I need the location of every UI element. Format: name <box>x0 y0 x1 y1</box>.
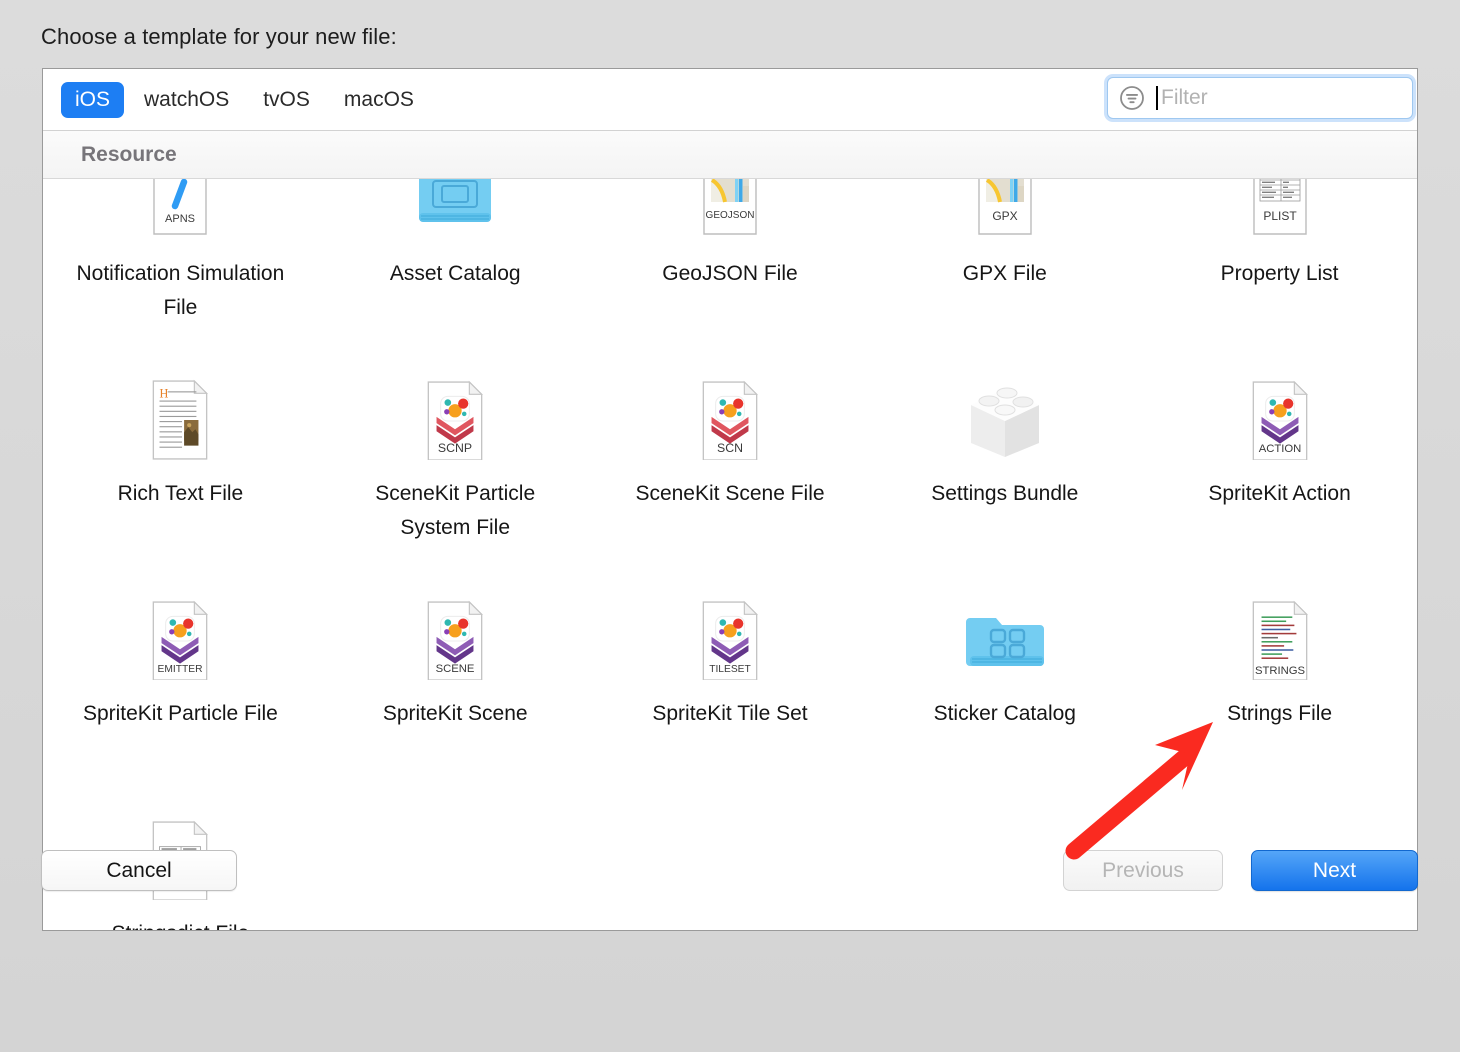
template-item[interactable]: APNS Notification Simulation File <box>43 179 318 361</box>
tab-tvos[interactable]: tvOS <box>249 82 324 118</box>
template-item[interactable]: ACTION SpriteKit Action <box>1142 361 1417 581</box>
spritekit-emitter-document-icon: EMITTER <box>137 597 223 683</box>
template-item-label: SpriteKit Scene <box>382 702 528 725</box>
template-item[interactable]: EMITTER SpriteKit Particle File <box>43 581 318 801</box>
svg-text:GPX: GPX <box>992 209 1017 223</box>
text-cursor <box>1156 86 1158 110</box>
template-item[interactable]: SCNP SceneKit Particle System File <box>318 361 593 581</box>
section-header-label: Resource <box>81 142 177 166</box>
template-item-label: SceneKit Scene File <box>635 482 825 505</box>
template-item[interactable]: TILESET SpriteKit Tile Set <box>593 581 868 801</box>
platform-tabs: iOS watchOS tvOS macOS <box>61 81 428 118</box>
template-item[interactable]: Sticker Catalog <box>867 581 1142 801</box>
svg-text:ACTION: ACTION <box>1258 443 1301 455</box>
spritekit-action-document-icon: ACTION <box>1237 377 1323 463</box>
template-item[interactable]: SCENE SpriteKit Scene <box>318 581 593 801</box>
svg-text:APNS: APNS <box>165 213 195 225</box>
template-item[interactable]: GEOJSON GeoJSON File <box>593 179 868 361</box>
template-item[interactable]: PLIST Property List <box>1142 179 1417 361</box>
filter-placeholder: Filter <box>1161 86 1208 109</box>
template-item-label: Sticker Catalog <box>933 702 1076 725</box>
template-item[interactable]: SCN SceneKit Scene File <box>593 361 868 581</box>
spritekit-tileset-document-icon: TILESET <box>687 597 773 683</box>
spritekit-scene-document-icon: SCENE <box>412 597 498 683</box>
asset-catalog-icon <box>412 179 498 243</box>
template-browser-panel: iOS watchOS tvOS macOS Filter Resource A… <box>42 68 1418 931</box>
svg-text:GEOJSON: GEOJSON <box>706 210 755 221</box>
template-item[interactable]: Asset Catalog <box>318 179 593 361</box>
template-item-label: SpriteKit Tile Set <box>652 702 808 725</box>
section-header-resource: Resource <box>43 131 1417 179</box>
page-title: Choose a template for your new file: <box>41 24 397 49</box>
template-item[interactable]: GPX GPX File <box>867 179 1142 361</box>
template-item[interactable]: STRINGS Strings File <box>1142 581 1417 801</box>
geojson-document-icon: GEOJSON <box>687 179 773 243</box>
template-item-label: Asset Catalog <box>389 262 521 285</box>
apns-document-icon: APNS <box>137 179 223 243</box>
template-item-label: Notification Simulation File <box>76 262 285 320</box>
svg-text:TILESET: TILESET <box>709 664 751 675</box>
scenekit-particle-document-icon: SCNP <box>412 377 498 463</box>
template-grid: APNS Notification Simulation File Asset … <box>43 179 1417 930</box>
template-item[interactable]: H Rich Text File <box>43 361 318 581</box>
filter-field[interactable]: Filter <box>1107 77 1413 119</box>
template-item-label: Property List <box>1220 262 1339 285</box>
strings-document-icon: STRINGS <box>1237 597 1323 683</box>
template-item-label: Stringsdict File <box>112 917 250 930</box>
sticker-catalog-icon <box>962 597 1048 683</box>
template-item-label: SpriteKit Particle File <box>82 702 278 725</box>
gpx-document-icon: GPX <box>962 179 1048 243</box>
tab-watchos[interactable]: watchOS <box>130 82 243 118</box>
svg-text:H: H <box>160 386 169 400</box>
svg-text:SCNP: SCNP <box>438 441 472 455</box>
svg-text:SCENE: SCENE <box>436 663 475 675</box>
svg-text:EMITTER: EMITTER <box>158 664 203 675</box>
tab-ios[interactable]: iOS <box>61 81 125 118</box>
template-item-label: GeoJSON File <box>662 262 798 285</box>
scenekit-scene-document-icon: SCN <box>687 377 773 463</box>
template-item-label: GPX File <box>962 262 1047 285</box>
template-item[interactable]: Settings Bundle <box>867 361 1142 581</box>
svg-text:PLIST: PLIST <box>1263 209 1297 223</box>
next-button[interactable]: Next <box>1251 850 1418 891</box>
cancel-button[interactable]: Cancel <box>41 850 237 891</box>
template-item-label: SceneKit Particle System File <box>375 482 536 540</box>
template-item-label: Settings Bundle <box>931 482 1079 505</box>
filter-icon <box>1118 84 1146 112</box>
svg-text:SCN: SCN <box>717 441 743 455</box>
template-chooser-dialog: Choose a template for your new file: iOS… <box>0 0 1460 1052</box>
template-grid-scroll[interactable]: APNS Notification Simulation File Asset … <box>43 179 1417 930</box>
platform-toolbar: iOS watchOS tvOS macOS Filter <box>43 69 1417 131</box>
svg-text:STRINGS: STRINGS <box>1255 665 1305 677</box>
template-item-label: Rich Text File <box>117 482 244 505</box>
template-item-label: Strings File <box>1227 702 1333 725</box>
plist-document-icon: PLIST <box>1237 179 1323 243</box>
template-item-label: SpriteKit Action <box>1208 482 1351 505</box>
settings-bundle-icon <box>962 377 1048 463</box>
rich-text-document-icon: H <box>137 377 223 463</box>
previous-button[interactable]: Previous <box>1063 850 1223 891</box>
tab-macos[interactable]: macOS <box>330 82 428 118</box>
